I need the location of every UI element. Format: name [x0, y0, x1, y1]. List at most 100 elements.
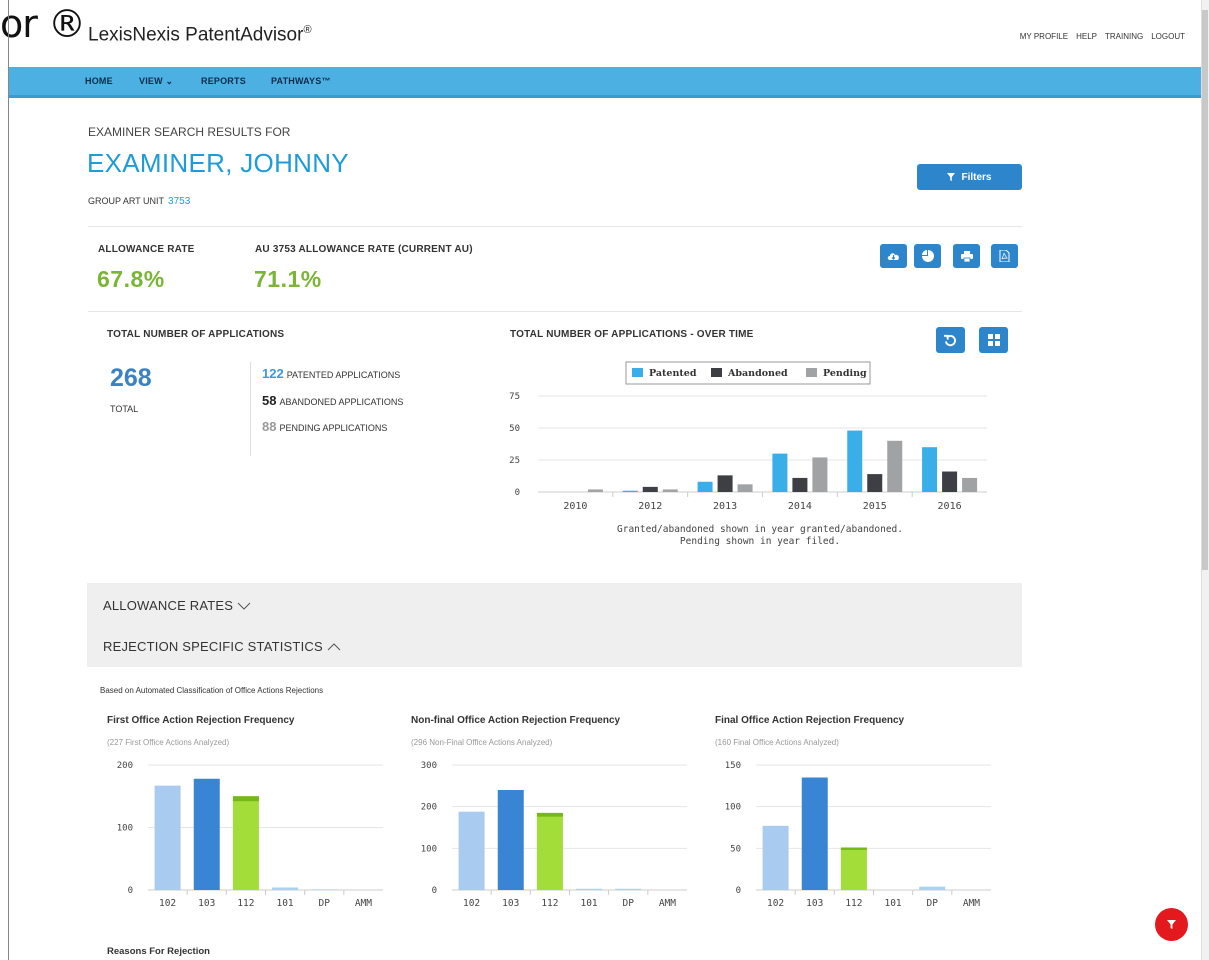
bar-dp: [311, 889, 338, 890]
x-tick-label: AMM: [659, 898, 676, 909]
allowance-rate-label: ALLOWANCE RATE: [98, 244, 195, 255]
brand-name: LexisNexis PatentAdvisor: [88, 24, 304, 46]
reset-icon: [944, 334, 956, 346]
y-tick-label: 75: [509, 392, 520, 402]
filters-label: Filters: [961, 171, 992, 183]
bar-patented: [697, 481, 713, 492]
x-tick-label: 2012: [638, 501, 662, 512]
x-tick-label: 112: [541, 898, 558, 909]
y-tick-label: 25: [509, 456, 520, 466]
bar-abandoned: [942, 471, 958, 492]
vertical-scrollbar[interactable]: [1201, 0, 1209, 960]
abandoned-apps-line: 58 ABANDONED APPLICATIONS: [262, 393, 403, 408]
search-results-label: EXAMINER SEARCH RESULTS FOR: [88, 125, 291, 139]
bar-103: [497, 790, 524, 890]
group-art-unit: GROUP ART UNIT 3753: [88, 196, 190, 207]
gau-value[interactable]: 3753: [168, 196, 190, 207]
over-time-title: TOTAL NUMBER OF APPLICATIONS - OVER TIME: [510, 329, 754, 340]
nav-home[interactable]: HOME: [85, 76, 113, 86]
over-time-note: Granted/abandoned shown in year granted/…: [560, 524, 960, 548]
x-tick-label: 2013: [713, 501, 737, 512]
y-tick-label: 200: [421, 803, 437, 813]
print-icon: [960, 250, 973, 262]
x-tick-label: 101: [884, 898, 901, 909]
x-tick-label: 102: [767, 898, 784, 909]
y-tick-label: 0: [128, 886, 133, 896]
nav-view[interactable]: VIEW ⌄: [139, 76, 173, 87]
filter-fab-button[interactable]: [1155, 908, 1188, 941]
bar-abandoned: [717, 475, 733, 492]
patented-label: PATENTED APPLICATIONS: [286, 370, 401, 380]
scrollbar-thumb[interactable]: [1202, 10, 1208, 570]
y-tick-label: 50: [730, 844, 741, 854]
reasons-title: Reasons For Rejection: [107, 946, 210, 957]
download-icon: [887, 252, 899, 260]
filter-icon: [947, 173, 956, 181]
allowance-rate-value: 67.8%: [97, 266, 165, 292]
bar-pending: [962, 477, 978, 492]
allowance-rates-accordion[interactable]: ALLOWANCE RATES: [103, 598, 251, 613]
help-link[interactable]: HELP: [1076, 32, 1097, 41]
au-rate-label: AU 3753 ALLOWANCE RATE (CURRENT AU): [255, 244, 473, 255]
total-apps-label: TOTAL: [110, 404, 139, 414]
bar-112: [840, 847, 867, 890]
x-tick-label: DP: [623, 898, 635, 909]
x-tick-label: 2015: [863, 501, 887, 512]
divider: [88, 311, 1022, 312]
training-link[interactable]: TRAINING: [1105, 32, 1143, 41]
filters-button[interactable]: Filters: [917, 164, 1022, 190]
brand-overlay-text: or ®: [0, 2, 86, 46]
brand-mark: ®: [303, 24, 312, 36]
note-line-2: Pending shown in year filed.: [679, 536, 841, 547]
nav-reports[interactable]: REPORTS: [201, 76, 246, 86]
bar-pending: [587, 489, 603, 492]
bar-102: [458, 811, 485, 890]
bar-101: [272, 887, 299, 890]
rejection-stats-accordion[interactable]: REJECTION SPECIFIC STATISTICS: [103, 639, 341, 654]
nav-pathways[interactable]: PATHWAYS™: [271, 76, 331, 86]
my-profile-link[interactable]: MY PROFILE: [1020, 32, 1068, 41]
bar-patented: [622, 490, 638, 492]
note-line-1: Granted/abandoned shown in year granted/…: [617, 524, 903, 535]
bar-102: [154, 785, 181, 890]
pie-chart-icon: [921, 250, 934, 262]
reset-chart-button[interactable]: [936, 327, 965, 353]
bar-pending: [662, 489, 678, 492]
x-tick-label: 103: [806, 898, 823, 909]
bar-pending: [812, 457, 828, 492]
legend-swatch: [806, 368, 817, 377]
bar-dp: [615, 888, 642, 890]
filter-icon: [1167, 920, 1176, 929]
first-oa-title: First Office Action Rejection Frequency: [107, 715, 295, 726]
divider: [250, 362, 251, 456]
x-tick-label: 103: [198, 898, 215, 909]
bar-dp: [919, 886, 946, 890]
x-tick-label: 112: [845, 898, 862, 909]
x-tick-label: AMM: [963, 898, 980, 909]
y-tick-label: 100: [117, 824, 133, 834]
chart-type-button[interactable]: [914, 244, 941, 268]
print-button[interactable]: [953, 244, 980, 268]
classification-note: Based on Automated Classification of Off…: [100, 686, 324, 695]
chevron-down-icon: [237, 602, 251, 610]
first-oa-subtitle: (227 First Office Actions Analyzed): [107, 738, 230, 747]
download-button[interactable]: [880, 244, 907, 268]
pdf-button[interactable]: [991, 244, 1018, 268]
bar-pending: [887, 440, 903, 492]
chevron-up-icon: [327, 643, 341, 651]
divider: [88, 226, 1022, 227]
logout-link[interactable]: LOGOUT: [1151, 32, 1185, 41]
legend-swatch: [632, 368, 643, 377]
grid-icon: [987, 334, 1000, 346]
grid-view-button[interactable]: [979, 327, 1008, 353]
x-tick-label: 101: [580, 898, 597, 909]
examiner-name: EXAMINER, JOHNNY: [87, 148, 349, 178]
x-tick-label: 102: [463, 898, 480, 909]
pending-label: PENDING APPLICATIONS: [279, 423, 388, 433]
x-tick-label: 2010: [563, 501, 587, 512]
bar-abandoned: [642, 486, 658, 492]
nonfinal-oa-chart: 0 100 200 300 102 103 112 101 DP AMM: [421, 761, 687, 909]
main-nav: HOME VIEW ⌄ REPORTS PATHWAYS™: [8, 67, 1201, 98]
brand-logo[interactable]: LexisNexis PatentAdvisor®: [88, 24, 312, 46]
abandoned-label: ABANDONED APPLICATIONS: [279, 397, 404, 407]
